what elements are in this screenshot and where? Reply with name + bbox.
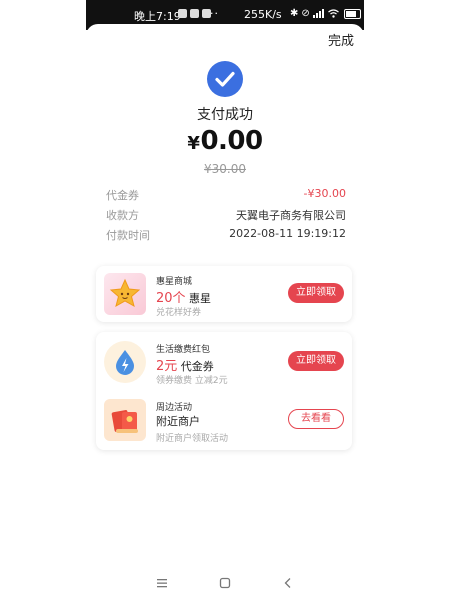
promo-subtitle: 领券缴费 立减2元 <box>156 376 228 386</box>
payment-status: 支付成功 <box>197 107 253 123</box>
notification-icon <box>190 9 199 18</box>
promo-title: 惠星商城 <box>156 277 193 287</box>
detail-value: 天翼电子商务有限公司 <box>236 209 346 222</box>
notification-icons <box>178 9 211 18</box>
claim-button[interactable]: 立即领取 <box>288 351 344 371</box>
star-icon <box>104 273 146 315</box>
promo-unit: 代金券 <box>180 360 214 373</box>
original-amount: ¥30.00 <box>204 162 246 176</box>
detail-label: 付款时间 <box>106 229 150 242</box>
promo-amount: 20个 <box>156 291 186 306</box>
detail-row-time: 付款时间 2022-08-11 19:19:12 <box>106 227 346 245</box>
payment-result-sheet: 完成 支付成功 ¥0.00 ¥30.00 代金券 -¥30.00 收款方 天翼电… <box>86 24 364 600</box>
wifi-icon <box>327 9 339 18</box>
detail-row-voucher: 代金券 -¥30.00 <box>106 187 346 205</box>
promo-unit: 附近商户 <box>156 415 200 428</box>
phone-screen: 晚上7:19 ·· 255K/s ✱ ⊘ 完成 支付成功 ¥0.00 ¥30.0… <box>86 0 364 600</box>
promo-subtitle: 兑花样好券 <box>156 308 202 318</box>
signal-icon <box>312 9 324 18</box>
red-packet-icon <box>104 399 146 441</box>
promo-unit: 惠星 <box>189 292 212 305</box>
detail-row-payee: 收款方 天翼电子商务有限公司 <box>106 207 346 225</box>
promo-main: 2元 代金券 <box>156 355 214 374</box>
system-icons: ✱ ⊘ <box>290 8 361 19</box>
claim-button[interactable]: 立即领取 <box>288 283 344 303</box>
status-time: 晚上7:19 <box>134 10 181 23</box>
promo-main: 附近商户 <box>156 413 200 429</box>
currency-symbol: ¥ <box>187 133 200 154</box>
promo-item[interactable]: 生活缴费红包 2元 代金券 领券缴费 立减2元 立即领取 <box>96 334 352 390</box>
network-speed: 255K/s <box>244 8 282 21</box>
promo-amount: 2元 <box>156 359 178 374</box>
battery-icon <box>343 8 361 19</box>
status-dots: ·· <box>210 7 219 20</box>
done-button[interactable]: 完成 <box>328 30 354 49</box>
promo-card-list: 生活缴费红包 2元 代金券 领券缴费 立减2元 立即领取 周边活动 附近商户 附… <box>96 332 352 450</box>
home-icon[interactable] <box>215 574 235 592</box>
success-check-icon <box>207 61 243 97</box>
promo-card-mall: 惠星商城 20个 惠星 兑花样好券 立即领取 <box>96 266 352 322</box>
promo-subtitle: 附近商户领取活动 <box>156 434 229 444</box>
detail-value: 2022-08-11 19:19:12 <box>229 227 346 240</box>
view-button[interactable]: 去看看 <box>288 409 344 429</box>
detail-label: 收款方 <box>106 209 139 222</box>
promo-item[interactable]: 周边活动 附近商户 附近商户领取活动 去看看 <box>96 392 352 448</box>
payment-amount: ¥0.00 <box>86 126 364 156</box>
bluetooth-icon: ✱ <box>290 8 299 19</box>
detail-value: -¥30.00 <box>303 187 346 200</box>
back-icon[interactable] <box>278 574 298 592</box>
promo-title: 生活缴费红包 <box>156 345 211 355</box>
mute-icon: ⊘ <box>301 8 310 19</box>
system-navigation-bar <box>86 570 364 596</box>
promo-item[interactable]: 惠星商城 20个 惠星 兑花样好券 立即领取 <box>96 266 352 322</box>
detail-label: 代金券 <box>106 189 139 202</box>
menu-icon[interactable] <box>152 574 172 592</box>
promo-main: 20个 惠星 <box>156 287 211 306</box>
notification-icon <box>178 9 187 18</box>
promo-title: 周边活动 <box>156 403 193 413</box>
amount-value: 0.00 <box>200 126 263 156</box>
lightning-icon <box>104 341 146 383</box>
